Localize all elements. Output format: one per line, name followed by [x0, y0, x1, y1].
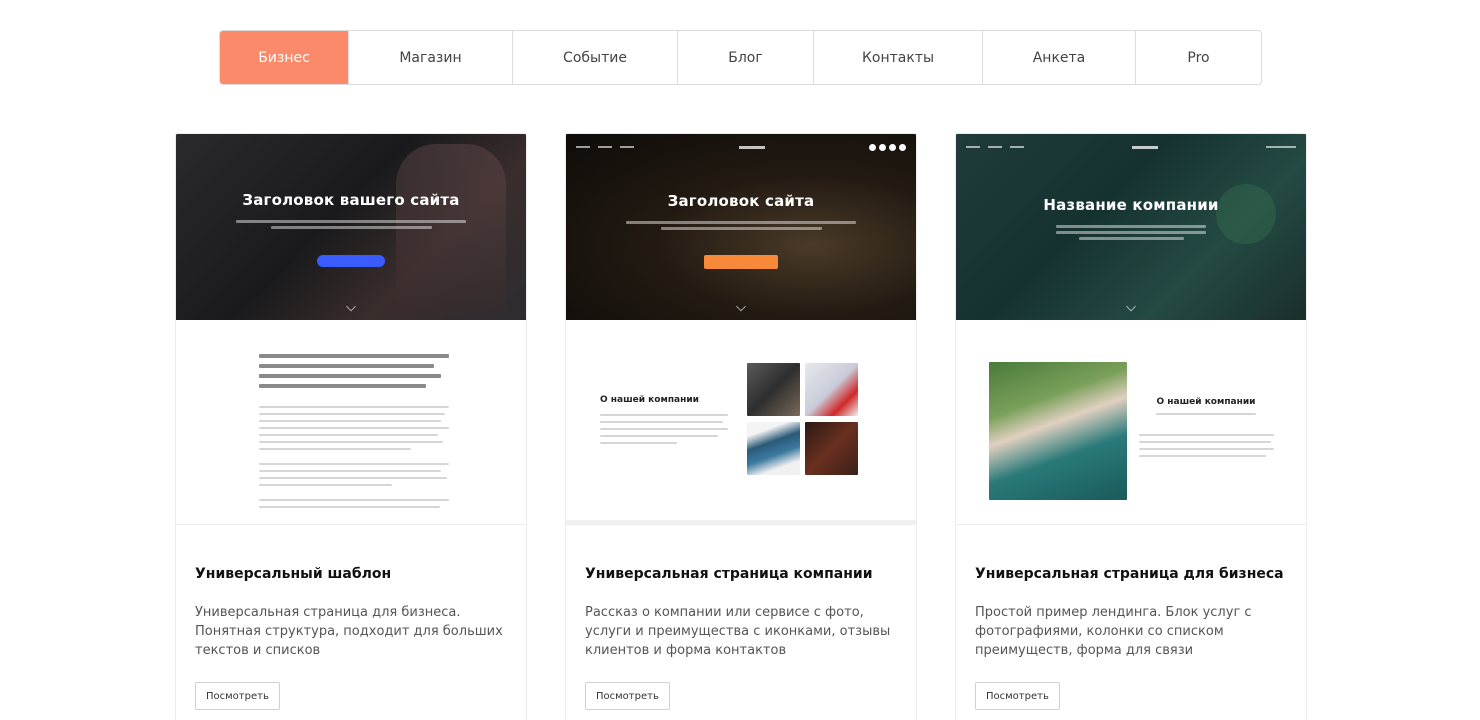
preview-cta-button: [317, 255, 385, 267]
template-preview[interactable]: Название компании О нашей компании: [956, 134, 1306, 525]
card-description: Простой пример лендинга. Блок услуг с фо…: [975, 605, 1252, 658]
tab-label: Магазин: [399, 49, 462, 66]
tab-label: Контакты: [861, 49, 935, 66]
preview-photo: [805, 363, 858, 416]
preview-photo: [989, 362, 1127, 500]
view-button[interactable]: Посмотреть: [975, 682, 1060, 710]
template-card-business[interactable]: Название компании О нашей компании Униве…: [955, 133, 1307, 720]
tab-contacts[interactable]: Контакты: [814, 31, 983, 84]
tab-label: Событие: [563, 49, 627, 66]
preview-hero-image: Заголовок сайта: [566, 134, 916, 320]
preview-subtitle-lines: [236, 220, 466, 234]
preview-section-title: О нашей компании: [600, 395, 699, 405]
tab-label: Pro: [1187, 49, 1210, 66]
plant-shape: [1216, 184, 1276, 244]
category-tabs: Бизнес Магазин Событие Блог Контакты Анк…: [219, 30, 1262, 85]
tab-label: Анкета: [1032, 49, 1086, 66]
preview-section-title: О нашей компании: [1156, 397, 1256, 407]
preview-title: Заголовок сайта: [667, 192, 815, 210]
preview-text-block: [1139, 434, 1274, 462]
social-icons: [869, 143, 906, 151]
view-button[interactable]: Посмотреть: [585, 682, 670, 710]
tab-event[interactable]: Событие: [513, 31, 678, 84]
card-title: Универсальный шаблон: [195, 566, 392, 582]
chevron-down-icon: [346, 301, 356, 312]
preview-footer-strip: [566, 520, 916, 524]
preview-photo: [747, 422, 800, 475]
preview-text-block: [259, 354, 449, 513]
chevron-down-icon: [1126, 301, 1136, 312]
tab-survey[interactable]: Анкета: [983, 31, 1136, 84]
preview-photo: [805, 422, 858, 475]
preview-caption-line: [1156, 413, 1256, 420]
preview-hero-image: Заголовок вашего сайта: [176, 134, 526, 320]
preview-navbar: [576, 143, 906, 151]
template-card-company[interactable]: Заголовок сайта О нашей компании Универс…: [565, 133, 917, 720]
preview-subtitle-lines: [1056, 225, 1206, 249]
card-description: Рассказ о компании или сервисе с фото, у…: [585, 605, 891, 658]
tab-business[interactable]: Бизнес: [220, 31, 349, 84]
tab-pro[interactable]: Pro: [1136, 31, 1261, 84]
preview-photo: [747, 363, 800, 416]
preview-title: Заголовок вашего сайта: [242, 191, 460, 209]
template-preview[interactable]: Заголовок сайта О нашей компании: [566, 134, 916, 525]
tab-label: Бизнес: [258, 49, 310, 66]
card-title: Универсальная страница компании: [585, 566, 873, 582]
preview-subtitle-lines: [626, 221, 856, 235]
preview-logo: [1132, 145, 1158, 149]
preview-logo: [738, 145, 765, 149]
preview-navbar: [966, 144, 1296, 150]
preview-hero-image: Название компании: [956, 134, 1306, 320]
tab-shop[interactable]: Магазин: [349, 31, 513, 84]
preview-cta-button: [704, 255, 778, 269]
tab-blog[interactable]: Блог: [678, 31, 814, 84]
card-title: Универсальная страница для бизнеса: [975, 566, 1284, 582]
template-card-universal[interactable]: Заголовок вашего сайта Универсальный шаб…: [175, 133, 527, 720]
view-button[interactable]: Посмотреть: [195, 682, 280, 710]
card-description: Универсальная страница для бизнеса. Поня…: [195, 605, 503, 658]
chevron-down-icon: [736, 301, 746, 312]
tab-label: Блог: [728, 49, 763, 66]
preview-text-block: [600, 414, 728, 449]
template-preview[interactable]: Заголовок вашего сайта: [176, 134, 526, 525]
preview-title: Название компании: [1043, 196, 1219, 214]
